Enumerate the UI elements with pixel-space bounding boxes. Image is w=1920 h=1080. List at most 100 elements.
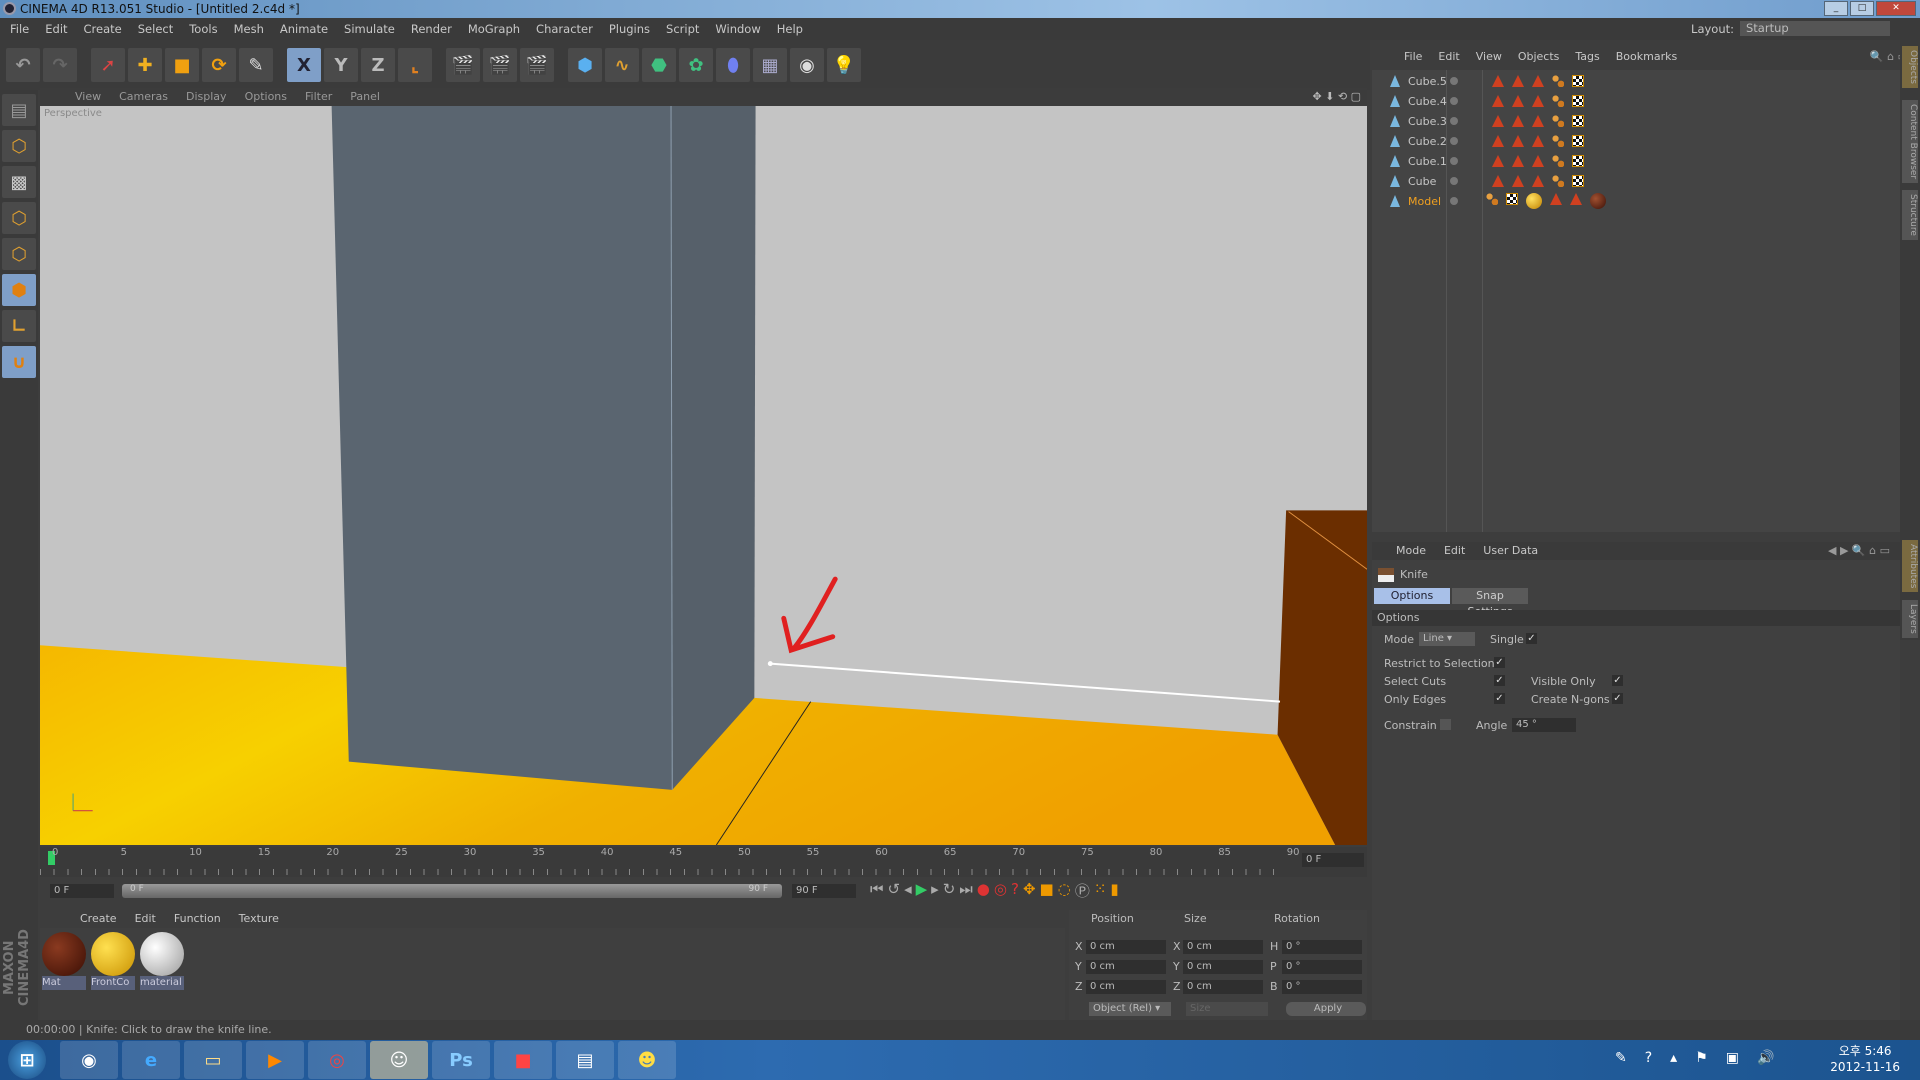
current-frame-field[interactable]: 0 F [1302, 853, 1364, 867]
tag-icon[interactable] [1532, 155, 1544, 167]
restrict-checkbox[interactable]: ✓ [1494, 657, 1505, 668]
deformer-icon[interactable]: ⬮ [716, 48, 750, 82]
tray-show-hidden-icon[interactable]: ▴ [1670, 1050, 1677, 1066]
layout-selector[interactable]: Layout: Startup [1691, 21, 1890, 36]
record-icon[interactable]: ● [977, 880, 990, 901]
subdivision-icon[interactable]: ⬣ [642, 48, 676, 82]
mat-menu-edit[interactable]: Edit [135, 910, 156, 928]
selection-tag-icon[interactable] [1552, 115, 1564, 127]
om-menu-objects[interactable]: Objects [1518, 48, 1560, 66]
tag-icon[interactable] [1512, 175, 1524, 187]
object-row[interactable]: Cube.5 [1372, 71, 1900, 91]
tray-flag-icon[interactable]: ⚑ [1695, 1050, 1708, 1066]
object-name[interactable]: Cube [1408, 175, 1436, 188]
coordinate-system-icon[interactable]: ⌞ [398, 48, 432, 82]
taskbar-chat-icon[interactable]: ☻ [618, 1041, 676, 1079]
am-menu-edit[interactable]: Edit [1444, 542, 1465, 560]
uvw-tag-icon[interactable] [1572, 135, 1584, 147]
visibility-dot[interactable] [1450, 97, 1458, 105]
select-cuts-checkbox[interactable]: ✓ [1494, 675, 1505, 686]
timeline-ruler[interactable]: 0 5 10 15 20 25 30 35 40 45 50 55 60 65 70 75 80 85 90 0 F [40, 847, 1367, 877]
x-axis-lock-button[interactable]: X [287, 48, 321, 82]
uvw-tag-icon[interactable] [1572, 75, 1584, 87]
create-ngons-checkbox[interactable]: ✓ [1612, 693, 1623, 704]
edges-mode-icon[interactable]: ⬡ [2, 238, 36, 270]
rotation-field[interactable]: 0 ° [1282, 940, 1362, 954]
key-pla-icon[interactable]: ⁙ [1094, 880, 1107, 901]
play-icon[interactable]: ▶ [916, 880, 928, 901]
am-menu-mode[interactable]: Mode [1396, 542, 1426, 560]
material-tag-icon[interactable] [1590, 193, 1606, 209]
live-selection-icon[interactable]: ➚ [91, 48, 125, 82]
tag-icon[interactable] [1532, 175, 1544, 187]
snap-icon[interactable]: ∪ [2, 346, 36, 378]
mat-menu-create[interactable]: Create [80, 910, 117, 928]
tray-pen-icon[interactable]: ✎ [1615, 1050, 1627, 1066]
apply-button[interactable]: Apply [1286, 1002, 1366, 1016]
menu-edit[interactable]: Edit [45, 22, 67, 36]
tag-icon[interactable] [1532, 115, 1544, 127]
next-key-icon[interactable]: ↻ [943, 880, 956, 901]
render-view-icon[interactable]: 🎬 [446, 48, 480, 82]
selection-tag-icon[interactable] [1552, 135, 1564, 147]
viewport-menu-filter[interactable]: Filter [305, 88, 332, 106]
object-name[interactable]: Model [1408, 195, 1441, 208]
end-frame-field[interactable]: 90 F [792, 884, 856, 898]
om-menu-bookmarks[interactable]: Bookmarks [1616, 48, 1677, 66]
object-row[interactable]: Cube.4 [1372, 91, 1900, 111]
close-button[interactable]: ✕ [1876, 1, 1916, 16]
visibility-dot[interactable] [1450, 117, 1458, 125]
om-menu-file[interactable]: File [1404, 48, 1422, 66]
visible-only-checkbox[interactable]: ✓ [1612, 675, 1623, 686]
layout-dropdown[interactable]: Startup [1740, 21, 1890, 36]
uvw-tag-icon[interactable] [1572, 155, 1584, 167]
uvw-tag-icon[interactable] [1572, 95, 1584, 107]
start-button[interactable]: ⊞ [8, 1041, 46, 1079]
selection-tag-icon[interactable] [1552, 155, 1564, 167]
menu-help[interactable]: Help [777, 22, 803, 36]
side-tab-content-browser[interactable]: Content Browser [1902, 100, 1918, 184]
side-tab-layers[interactable]: Layers [1902, 600, 1918, 638]
selection-tag-icon[interactable] [1552, 175, 1564, 187]
texture-mode-icon[interactable]: ▩ [2, 166, 36, 198]
menu-mograph[interactable]: MoGraph [468, 22, 520, 36]
single-checkbox[interactable]: ✓ [1526, 633, 1537, 644]
taskbar-window-icon[interactable]: ▤ [556, 1041, 614, 1079]
taskbar-explorer-icon[interactable]: ▭ [184, 1041, 242, 1079]
taskbar-chrome-icon[interactable]: ◎ [308, 1041, 366, 1079]
menu-render[interactable]: Render [411, 22, 452, 36]
go-to-end-icon[interactable]: ⏭ [959, 880, 973, 901]
om-menu-tags[interactable]: Tags [1575, 48, 1599, 66]
previous-key-icon[interactable]: ↺ [888, 880, 901, 901]
size-mode-dropdown[interactable]: Size [1186, 1002, 1268, 1016]
tag-icon[interactable] [1570, 193, 1582, 205]
rotate-icon[interactable]: ⟳ [202, 48, 236, 82]
minimize-button[interactable]: _ [1824, 1, 1848, 16]
object-name[interactable]: Cube.4 [1408, 95, 1447, 108]
z-axis-lock-button[interactable]: Z [361, 48, 395, 82]
tag-icon[interactable] [1512, 135, 1524, 147]
tray-volume-icon[interactable]: 🔊 [1757, 1050, 1774, 1066]
am-menu-user-data[interactable]: User Data [1483, 542, 1538, 560]
tag-icon[interactable] [1492, 155, 1504, 167]
visibility-dot[interactable] [1450, 177, 1458, 185]
material-swatch[interactable]: Mat [42, 932, 86, 994]
floor-scene-icon[interactable]: ▦ [753, 48, 787, 82]
position-field[interactable]: 0 cm [1086, 940, 1166, 954]
taskbar-photoshop-icon[interactable]: Ps [432, 1041, 490, 1079]
material-swatch[interactable]: material [140, 932, 184, 994]
spline-icon[interactable]: ∿ [605, 48, 639, 82]
phong-tag-icon[interactable] [1492, 75, 1504, 87]
om-menu-view[interactable]: View [1476, 48, 1502, 66]
side-tab-objects[interactable]: Objects [1902, 46, 1918, 89]
taskbar-messenger-icon[interactable]: ☺ [370, 1041, 428, 1079]
side-tab-attributes[interactable]: Attributes [1902, 540, 1918, 593]
viewport-menu-options[interactable]: Options [245, 88, 287, 106]
only-edges-checkbox[interactable]: ✓ [1494, 693, 1505, 704]
taskbar-app-icon[interactable]: ■ [494, 1041, 552, 1079]
axis-mode-icon[interactable]: ∟ [2, 310, 36, 342]
object-row[interactable]: Cube [1372, 171, 1900, 191]
tag-icon[interactable] [1550, 193, 1562, 205]
selection-tag-icon[interactable] [1486, 193, 1498, 205]
position-field[interactable]: 0 cm [1086, 980, 1166, 994]
